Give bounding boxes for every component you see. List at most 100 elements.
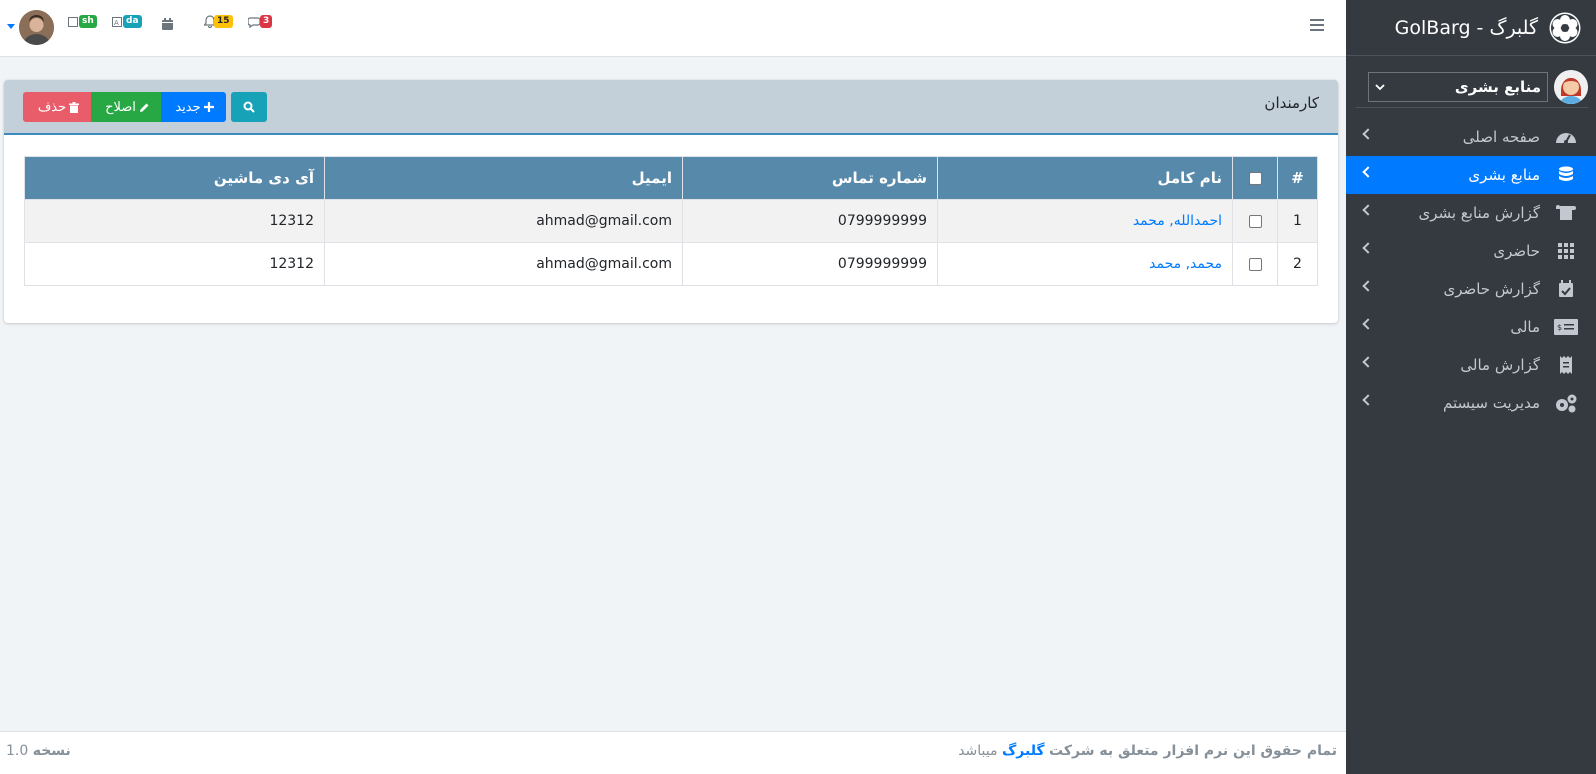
delete-button[interactable]: حذف: [23, 92, 91, 122]
cell-phone: 0799999999: [682, 199, 938, 243]
new-button[interactable]: جدید: [160, 92, 226, 122]
calendar-check-icon: [1554, 278, 1578, 300]
language-icon: [68, 16, 78, 27]
sidebar-item-label: گزارش حاضری: [1443, 280, 1540, 298]
sidebar-item-system-admin[interactable]: مدیریت سیستم: [1346, 384, 1596, 422]
chevron-left-icon: [1362, 242, 1374, 254]
sidebar-item-label: منابع بشری: [1468, 166, 1540, 184]
sidebar-item-attendance[interactable]: حاضری: [1346, 232, 1596, 270]
card-header: کارمندان جدید اصلاح حذف: [4, 80, 1338, 135]
footer: تمام حقوق این نرم افزار متعلق به شرکت گل…: [0, 731, 1346, 774]
messages-button[interactable]: 3: [248, 15, 273, 28]
sidebar-item-label: حاضری: [1493, 242, 1540, 260]
copyright-prefix: تمام حقوق این نرم افزار متعلق به شرکت: [1049, 743, 1337, 759]
cell-phone: 0799999999: [682, 242, 938, 286]
flower-logo-icon: [1549, 12, 1581, 43]
department-avatar: [1554, 69, 1588, 104]
database-icon: [1554, 164, 1578, 186]
brand[interactable]: GolBarg - گلبرگ: [1346, 0, 1596, 56]
chevron-left-icon: [1362, 128, 1374, 140]
table-header-row: # نام کامل شماره تماس ایمیل آی دی ماشین: [24, 156, 1318, 200]
scroll-icon: [1554, 202, 1578, 224]
sidebar-item-attendance-report[interactable]: گزارش حاضری: [1346, 270, 1596, 308]
new-button-label: جدید: [175, 99, 201, 114]
lang-sh-badge: sh: [79, 15, 97, 28]
money-icon: $: [1554, 316, 1578, 338]
sidebar-item-label: مدیریت سیستم: [1442, 394, 1540, 412]
cell-select: [1232, 199, 1278, 243]
department-select-value: منابع بشری: [1454, 77, 1541, 96]
calendar-button[interactable]: [161, 17, 174, 31]
table-row[interactable]: 1 احمدالله, محمد 0799999999 ahmad@gmail.…: [24, 199, 1318, 243]
select-all-checkbox[interactable]: [1248, 172, 1262, 185]
chevron-left-icon: [1362, 204, 1374, 216]
sidebar: GolBarg - گلبرگ منابع بشری صفحه اصلی منا…: [1346, 0, 1596, 774]
receipt-icon: [1554, 354, 1578, 376]
version-number: 1.0: [6, 743, 29, 759]
col-header-phone: شماره تماس: [682, 156, 938, 200]
edit-button[interactable]: اصلاح: [91, 92, 161, 122]
chevron-left-icon: [1362, 318, 1374, 330]
cell-name-link[interactable]: محمد, محمد: [937, 242, 1233, 286]
notifications-button[interactable]: 15: [204, 15, 233, 28]
chevron-left-icon: [1362, 280, 1374, 292]
trash-icon: [69, 101, 80, 113]
cell-machine-id: 12312: [24, 242, 325, 286]
sidebar-item-hr-report[interactable]: گزارش منابع بشری: [1346, 194, 1596, 232]
col-header-num: #: [1277, 156, 1318, 200]
top-navbar: 3 15 A da sh: [0, 0, 1346, 57]
search-button[interactable]: [231, 92, 267, 122]
row-checkbox[interactable]: [1248, 214, 1262, 228]
user-avatar[interactable]: [19, 10, 54, 45]
department-select[interactable]: منابع بشری: [1368, 71, 1548, 102]
col-header-select: [1232, 156, 1278, 200]
chevron-left-icon: [1362, 394, 1374, 406]
card-title: کارمندان: [1264, 94, 1319, 112]
user-photo-icon: [19, 10, 54, 45]
cogs-icon: [1554, 392, 1578, 414]
lang-da-badge: da: [123, 15, 142, 28]
edit-button-label: اصلاح: [105, 99, 136, 114]
sidebar-item-label: گزارش مالی: [1460, 356, 1540, 374]
employees-table: # نام کامل شماره تماس ایمیل آی دی ماشین …: [24, 156, 1318, 286]
brand-title: GolBarg - گلبرگ: [1394, 16, 1538, 39]
svg-text:$: $: [1557, 323, 1562, 332]
pencil-icon: [139, 103, 149, 112]
employees-card: کارمندان جدید اصلاح حذف # نام کامل شماره…: [4, 80, 1338, 323]
messages-badge: 3: [260, 15, 273, 28]
sidebar-item-finance-report[interactable]: گزارش مالی: [1346, 346, 1596, 384]
sidebar-item-finance[interactable]: مالی $: [1346, 308, 1596, 346]
plus-icon: [203, 102, 214, 112]
sidebar-item-label: گزارش منابع بشری: [1418, 204, 1540, 222]
grid-icon: [1554, 240, 1578, 262]
chevron-left-icon: [1362, 356, 1374, 368]
department-selector-row: منابع بشری: [1356, 56, 1588, 108]
cell-name-link[interactable]: احمدالله, محمد: [937, 199, 1233, 243]
row-checkbox[interactable]: [1248, 257, 1262, 271]
calendar-icon: [162, 18, 173, 30]
notifications-badge: 15: [214, 15, 233, 28]
delete-button-label: حذف: [37, 99, 67, 114]
dashboard-icon: [1554, 126, 1578, 148]
copyright-suffix: میباشد: [958, 743, 998, 759]
version-label: نسخه: [32, 743, 71, 759]
sidebar-item-label: صفحه اصلی: [1462, 128, 1540, 146]
sidebar-item-label: مالی: [1510, 318, 1540, 336]
col-header-name: نام کامل: [937, 156, 1233, 200]
search-icon: [243, 101, 255, 113]
cell-num: 2: [1277, 242, 1318, 286]
hamburger-menu-icon[interactable]: [1310, 19, 1324, 31]
language-pashto-button[interactable]: sh: [68, 15, 97, 28]
cell-select: [1232, 242, 1278, 286]
sidebar-item-home[interactable]: صفحه اصلی: [1346, 118, 1596, 156]
company-link[interactable]: گلبرگ: [1002, 743, 1045, 759]
cell-email: ahmad@gmail.com: [324, 199, 683, 243]
cell-email: ahmad@gmail.com: [324, 242, 683, 286]
user-menu-caret-icon[interactable]: [7, 24, 15, 29]
copyright-text: تمام حقوق این نرم افزار متعلق به شرکت گل…: [958, 743, 1337, 759]
cell-machine-id: 12312: [24, 199, 325, 243]
sidebar-item-hr[interactable]: منابع بشری: [1346, 156, 1596, 194]
chevron-left-icon: [1362, 166, 1374, 178]
table-row[interactable]: 2 محمد, محمد 0799999999 ahmad@gmail.com …: [24, 242, 1318, 286]
language-dari-button[interactable]: A da: [112, 15, 142, 28]
